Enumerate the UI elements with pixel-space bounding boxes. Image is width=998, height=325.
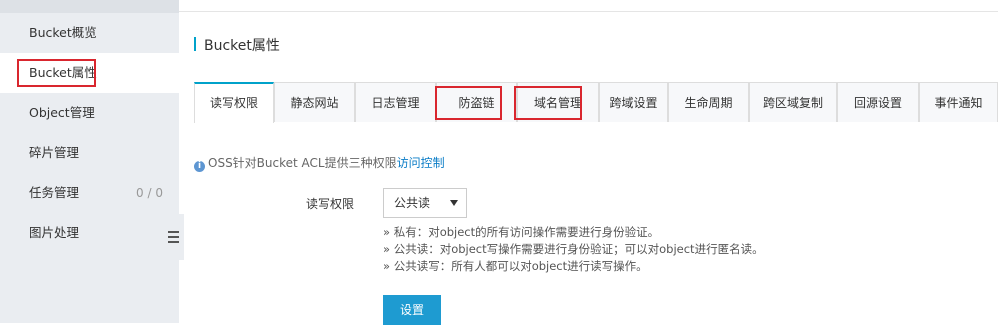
permission-note-public-read-write: » 公共读写：所有人都可以对object进行读写操作。 — [383, 259, 648, 273]
read-write-permission-label: 读写权限 — [306, 197, 355, 211]
sidebar-top-strip — [0, 0, 179, 13]
tab-read-write-permission[interactable]: 读写权限 — [194, 82, 274, 123]
sidebar-highlight-box — [17, 59, 96, 87]
tab-cross-region-replication[interactable]: 跨区域复制 — [749, 82, 837, 122]
tab-lifecycle[interactable]: 生命周期 — [668, 82, 749, 122]
sidebar-item-image-processing[interactable]: 图片处理 — [0, 213, 179, 253]
sidebar-item-object-management[interactable]: Object管理 — [0, 93, 179, 133]
task-count-badge: 0 / 0 — [136, 186, 163, 200]
section-title-accent-bar — [194, 37, 196, 51]
access-control-link[interactable]: 访问控制 — [397, 156, 445, 170]
tab-event-notification[interactable]: 事件通知 — [919, 82, 998, 122]
tab-cors-settings[interactable]: 跨域设置 — [599, 82, 668, 122]
tab-static-website[interactable]: 静态网站 — [274, 82, 355, 122]
permission-note-private: » 私有：对object的所有访问操作需要进行身份验证。 — [383, 225, 660, 239]
sidebar-item-label: Object管理 — [29, 105, 95, 120]
tab-log-management[interactable]: 日志管理 — [355, 82, 436, 122]
tab-highlight-box-domain — [514, 86, 582, 120]
sidebar-item-label: 任务管理 — [29, 185, 80, 200]
sidebar-item-label: Bucket概览 — [29, 25, 97, 40]
main-top-divider — [179, 11, 998, 12]
sidebar-item-bucket-overview[interactable]: Bucket概览 — [0, 13, 179, 53]
sidebar: Bucket概览 Bucket属性 Object管理 碎片管理 任务管理 0 /… — [0, 0, 179, 323]
section-title: Bucket属性 — [204, 38, 280, 54]
tab-bar: 读写权限 静态网站 日志管理 防盗链 域名管理 跨域设置 生命周期 跨区域复制 … — [194, 82, 998, 123]
sidebar-item-label: 碎片管理 — [29, 145, 80, 160]
sidebar-item-task-management[interactable]: 任务管理 0 / 0 — [0, 173, 179, 213]
set-button[interactable]: 设置 — [383, 295, 441, 325]
tab-highlight-box-hotlink — [435, 86, 502, 120]
permission-select[interactable]: 公共读 — [383, 188, 467, 218]
info-icon: i — [194, 161, 205, 172]
permission-note-public-read: » 公共读：对object写操作需要进行身份验证；可以对object进行匿名读。 — [383, 242, 764, 256]
sidebar-item-label: 图片处理 — [29, 225, 80, 240]
acl-info-line: i OSS针对Bucket ACL提供三种权限访问控制 — [194, 154, 445, 172]
acl-info-text: OSS针对Bucket ACL提供三种权限 — [208, 156, 397, 170]
sidebar-collapse-handle[interactable] — [162, 214, 184, 260]
tab-back-to-origin[interactable]: 回源设置 — [837, 82, 919, 122]
caret-down-icon — [450, 200, 458, 206]
sidebar-item-fragment-management[interactable]: 碎片管理 — [0, 133, 179, 173]
permission-select-value: 公共读 — [394, 196, 431, 210]
